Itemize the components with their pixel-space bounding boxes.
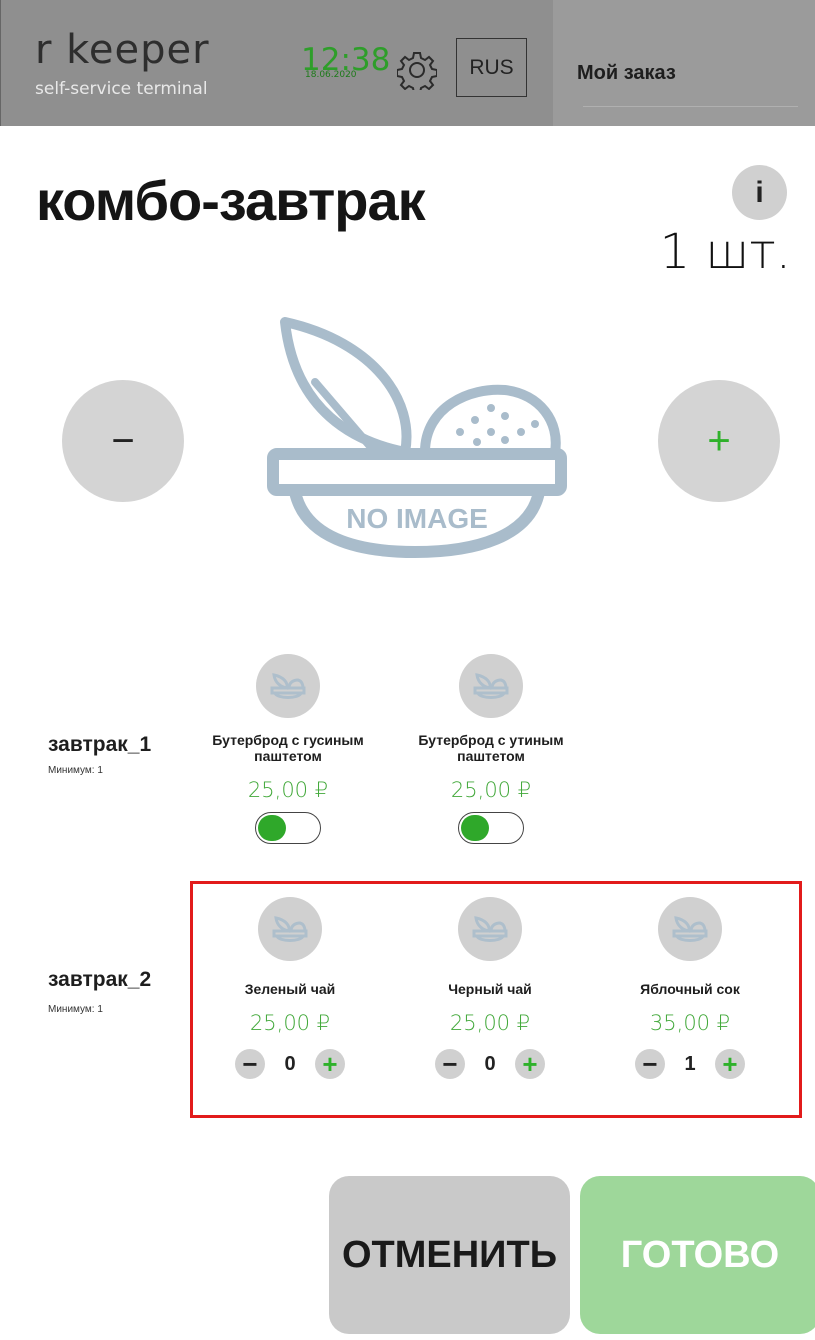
group-name-breakfast-1: завтрак_1: [48, 733, 152, 756]
item-toggle[interactable]: [458, 812, 524, 844]
brand-logo: r keeper self-service terminal: [35, 30, 210, 100]
item-count: 0: [284, 1052, 296, 1075]
product-title: комбо-завтрак: [36, 169, 426, 232]
item-thumbnail: [458, 897, 522, 961]
item-stepper: − 0 +: [195, 1049, 385, 1079]
item-price: 25,00 ₽: [449, 1011, 531, 1035]
item-thumbnail: [658, 897, 722, 961]
option-item[interactable]: Бутерброд с утиным паштетом 25,00 ₽: [396, 654, 586, 844]
header-bar: r keeper self-service terminal 12:38 18.…: [0, 0, 815, 126]
order-divider: [583, 106, 798, 107]
item-name: Зеленый чай: [244, 981, 336, 997]
increase-quantity-button[interactable]: +: [658, 380, 780, 502]
item-name: Яблочный сок: [640, 981, 740, 997]
increase-item-button[interactable]: +: [515, 1049, 545, 1079]
item-name: Бутерброд с утиным паштетом: [418, 732, 564, 764]
decrease-item-button[interactable]: −: [435, 1049, 465, 1079]
item-price: 25,00 ₽: [249, 1011, 331, 1035]
cancel-button[interactable]: ОТМЕНИТЬ: [329, 1176, 570, 1334]
group-minimum-1: Минимум: 1: [48, 765, 103, 776]
clock: 12:38 18.06.2020: [301, 44, 390, 80]
increase-item-button[interactable]: +: [315, 1049, 345, 1079]
item-thumbnail: [256, 654, 320, 718]
item-stepper: − 1 +: [595, 1049, 785, 1079]
item-count: 0: [484, 1052, 496, 1075]
order-panel[interactable]: Мой заказ: [553, 0, 815, 126]
option-item[interactable]: Яблочный сок 35,00 ₽ − 1 +: [595, 897, 785, 1079]
no-image-placeholder: NO IMAGE: [267, 317, 567, 558]
no-image-label: NO IMAGE: [346, 503, 488, 534]
increase-item-button[interactable]: +: [715, 1049, 745, 1079]
decrease-item-button[interactable]: −: [235, 1049, 265, 1079]
group-name-breakfast-2: завтрак_2: [48, 968, 152, 991]
group-minimum-2: Минимум: 1: [48, 1004, 103, 1015]
toggle-knob: [258, 815, 286, 841]
item-price: 25,00 ₽: [450, 778, 532, 802]
item-toggle[interactable]: [255, 812, 321, 844]
decrease-quantity-button[interactable]: −: [62, 380, 184, 502]
option-item[interactable]: Бутерброд с гусиным паштетом 25,00 ₽: [193, 654, 383, 844]
item-thumbnail: [258, 897, 322, 961]
decrease-item-button[interactable]: −: [635, 1049, 665, 1079]
item-name: Бутерброд с гусиным паштетом: [212, 732, 364, 764]
toggle-knob: [461, 815, 489, 841]
item-price: 25,00 ₽: [247, 778, 329, 802]
item-price: 35,00 ₽: [649, 1011, 731, 1035]
language-button[interactable]: RUS: [456, 38, 527, 97]
option-item[interactable]: Зеленый чай 25,00 ₽ − 0 +: [195, 897, 385, 1079]
item-name: Черный чай: [448, 981, 532, 997]
item-thumbnail: [459, 654, 523, 718]
order-title: Мой заказ: [577, 62, 676, 84]
item-count: 1: [684, 1052, 696, 1075]
info-button[interactable]: i: [732, 165, 787, 220]
logo-name: r keeper: [35, 27, 210, 73]
option-item[interactable]: Черный чай 25,00 ₽ − 0 +: [395, 897, 585, 1079]
gear-icon[interactable]: [396, 50, 438, 94]
done-button[interactable]: ГОТОВО: [580, 1176, 815, 1334]
item-stepper: − 0 +: [395, 1049, 585, 1079]
product-quantity: 1 шт.: [659, 224, 791, 280]
logo-subtitle: self-service terminal: [35, 79, 208, 99]
